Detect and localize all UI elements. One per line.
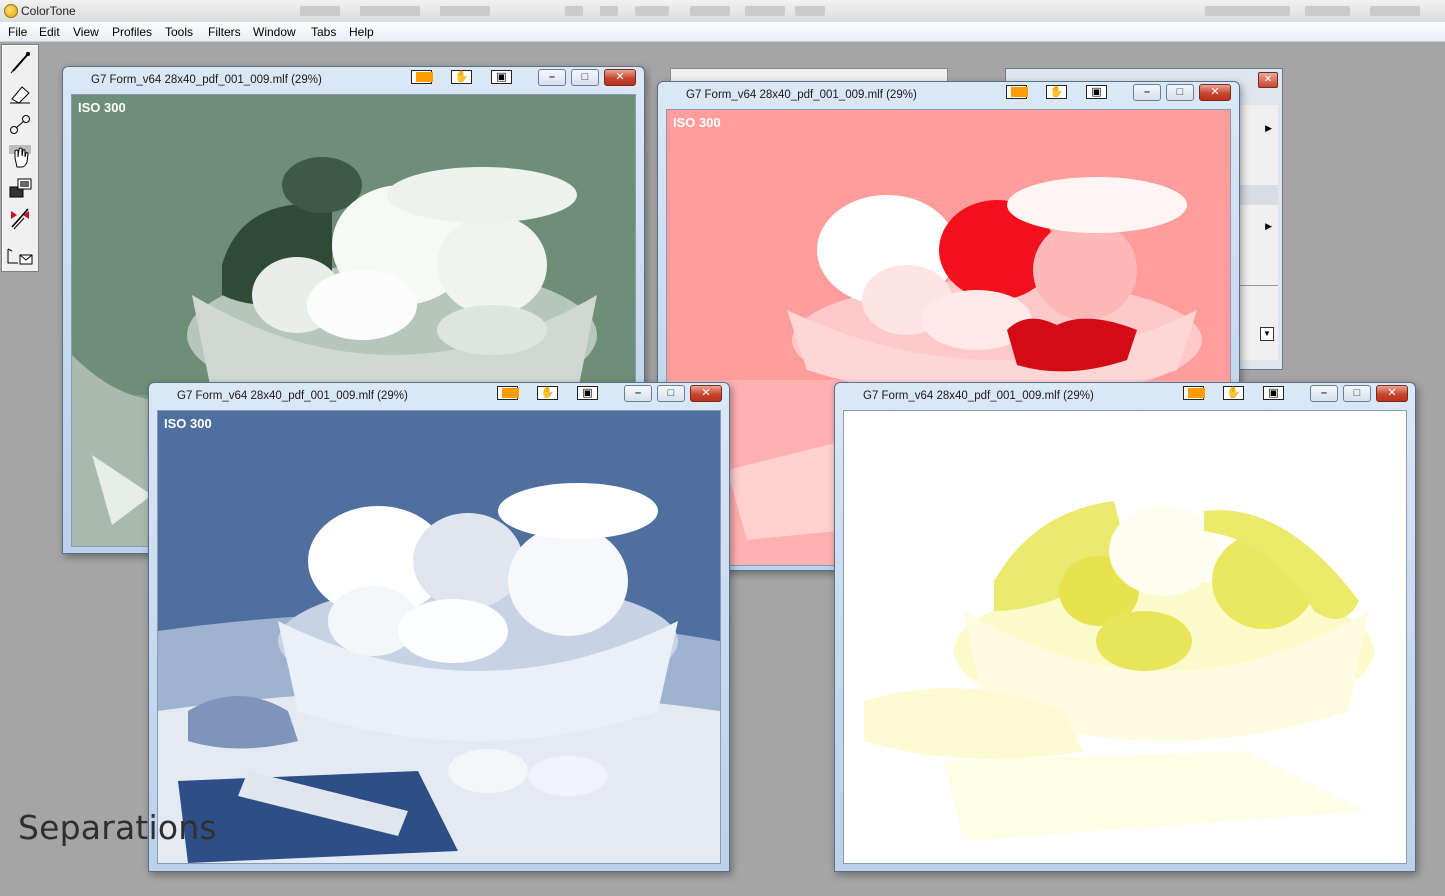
menu-bar: File Edit View Profiles Tools Filters Wi… xyxy=(0,22,1445,42)
color-swatch-button[interactable] xyxy=(411,70,433,84)
expand-arrow-icon[interactable]: ▶ xyxy=(1265,221,1272,232)
panel-row xyxy=(1240,185,1278,205)
panel-divider xyxy=(1240,285,1278,286)
toolbox xyxy=(1,44,39,272)
image-swap-icon[interactable] xyxy=(6,175,34,201)
minimize-button[interactable]: – xyxy=(624,385,652,402)
app-titlebar: ColorTone xyxy=(0,0,1445,23)
ghost-toolbar-segment xyxy=(745,6,785,16)
close-button[interactable]: ✕ xyxy=(1376,385,1408,402)
scroll-down-icon[interactable]: ▼ xyxy=(1260,327,1274,341)
iso-label: ISO 300 xyxy=(164,416,212,431)
ghost-toolbar-segment xyxy=(635,6,669,16)
menu-help[interactable]: Help xyxy=(349,25,374,39)
close-button[interactable]: ✕ xyxy=(690,385,722,402)
menu-file[interactable]: File xyxy=(8,25,27,39)
crop-mail-icon[interactable] xyxy=(6,245,34,271)
hand-tool-icon[interactable]: ✋ xyxy=(451,70,472,84)
separation-window-cyan[interactable]: G7 Form_v64 28x40_pdf_001_009.mlf (29%) … xyxy=(148,382,730,872)
ghost-toolbar-segment xyxy=(360,6,420,16)
ghost-toolbar-segment xyxy=(1370,6,1420,16)
image-view-icon[interactable]: ▣ xyxy=(577,386,598,400)
expand-arrow-icon[interactable]: ▶ xyxy=(1265,123,1272,134)
minimize-button[interactable]: – xyxy=(1133,84,1161,101)
background-dialog-close-button[interactable]: ✕ xyxy=(1258,72,1278,88)
maximize-button[interactable]: □ xyxy=(1166,84,1194,101)
ghost-toolbar-segment xyxy=(1205,6,1290,16)
eyedropper-icon[interactable] xyxy=(6,49,34,75)
menu-view[interactable]: View xyxy=(73,25,99,39)
hand-icon[interactable] xyxy=(6,143,34,169)
image-view-icon[interactable]: ▣ xyxy=(491,70,512,84)
menu-profiles[interactable]: Profiles xyxy=(112,25,152,39)
maximize-button[interactable]: □ xyxy=(571,69,599,86)
color-swatch-button[interactable] xyxy=(497,386,519,400)
ghost-toolbar-segment xyxy=(300,6,340,16)
ghost-toolbar-segment xyxy=(565,6,583,16)
color-swatch-button[interactable] xyxy=(1183,386,1205,400)
fruit-basket-image xyxy=(844,411,1406,863)
iso-label: ISO 300 xyxy=(673,115,721,130)
slide-caption: Separations xyxy=(18,808,217,847)
app-title: ColorTone xyxy=(21,4,76,18)
maximize-button[interactable]: □ xyxy=(657,385,685,402)
window-title: G7 Form_v64 28x40_pdf_001_009.mlf (29%) xyxy=(686,89,917,101)
fruit-basket-image xyxy=(158,411,720,863)
no-bug-icon[interactable] xyxy=(6,205,34,231)
separation-canvas[interactable]: ISO 300 xyxy=(157,410,721,864)
menu-window[interactable]: Window xyxy=(253,25,296,39)
background-window-edge xyxy=(670,68,948,82)
menu-tools[interactable]: Tools xyxy=(165,25,193,39)
maximize-button[interactable]: □ xyxy=(1343,385,1371,402)
ghost-toolbar-segment xyxy=(1305,6,1350,16)
image-view-icon[interactable]: ▣ xyxy=(1263,386,1284,400)
ghost-toolbar-segment xyxy=(795,6,825,16)
close-button[interactable]: ✕ xyxy=(1199,84,1231,101)
hand-tool-icon[interactable]: ✋ xyxy=(537,386,558,400)
window-title: G7 Form_v64 28x40_pdf_001_009.mlf (29%) xyxy=(863,390,1094,402)
window-title: G7 Form_v64 28x40_pdf_001_009.mlf (29%) xyxy=(177,390,408,402)
ghost-toolbar-segment xyxy=(690,6,730,16)
line-nodes-icon[interactable] xyxy=(6,111,34,137)
color-swatch-button[interactable] xyxy=(1006,85,1028,99)
eraser-icon[interactable] xyxy=(6,81,34,107)
window-title: G7 Form_v64 28x40_pdf_001_009.mlf (29%) xyxy=(91,74,322,86)
menu-edit[interactable]: Edit xyxy=(39,25,60,39)
app-logo-icon xyxy=(4,4,18,18)
iso-label: ISO 300 xyxy=(78,100,126,115)
menu-filters[interactable]: Filters xyxy=(208,25,241,39)
image-view-icon[interactable]: ▣ xyxy=(1086,85,1107,99)
close-button[interactable]: ✕ xyxy=(604,69,636,86)
hand-tool-icon[interactable]: ✋ xyxy=(1223,386,1244,400)
ghost-toolbar-segment xyxy=(600,6,618,16)
separation-canvas[interactable] xyxy=(843,410,1407,864)
separation-window-yellow[interactable]: G7 Form_v64 28x40_pdf_001_009.mlf (29%) … xyxy=(834,382,1416,872)
menu-tabs[interactable]: Tabs xyxy=(311,25,336,39)
hand-tool-icon[interactable]: ✋ xyxy=(1046,85,1067,99)
minimize-button[interactable]: – xyxy=(1310,385,1338,402)
ghost-toolbar-segment xyxy=(440,6,490,16)
background-dialog-sidepanel: ▶ ▶ ▼ xyxy=(1239,105,1278,360)
minimize-button[interactable]: – xyxy=(538,69,566,86)
